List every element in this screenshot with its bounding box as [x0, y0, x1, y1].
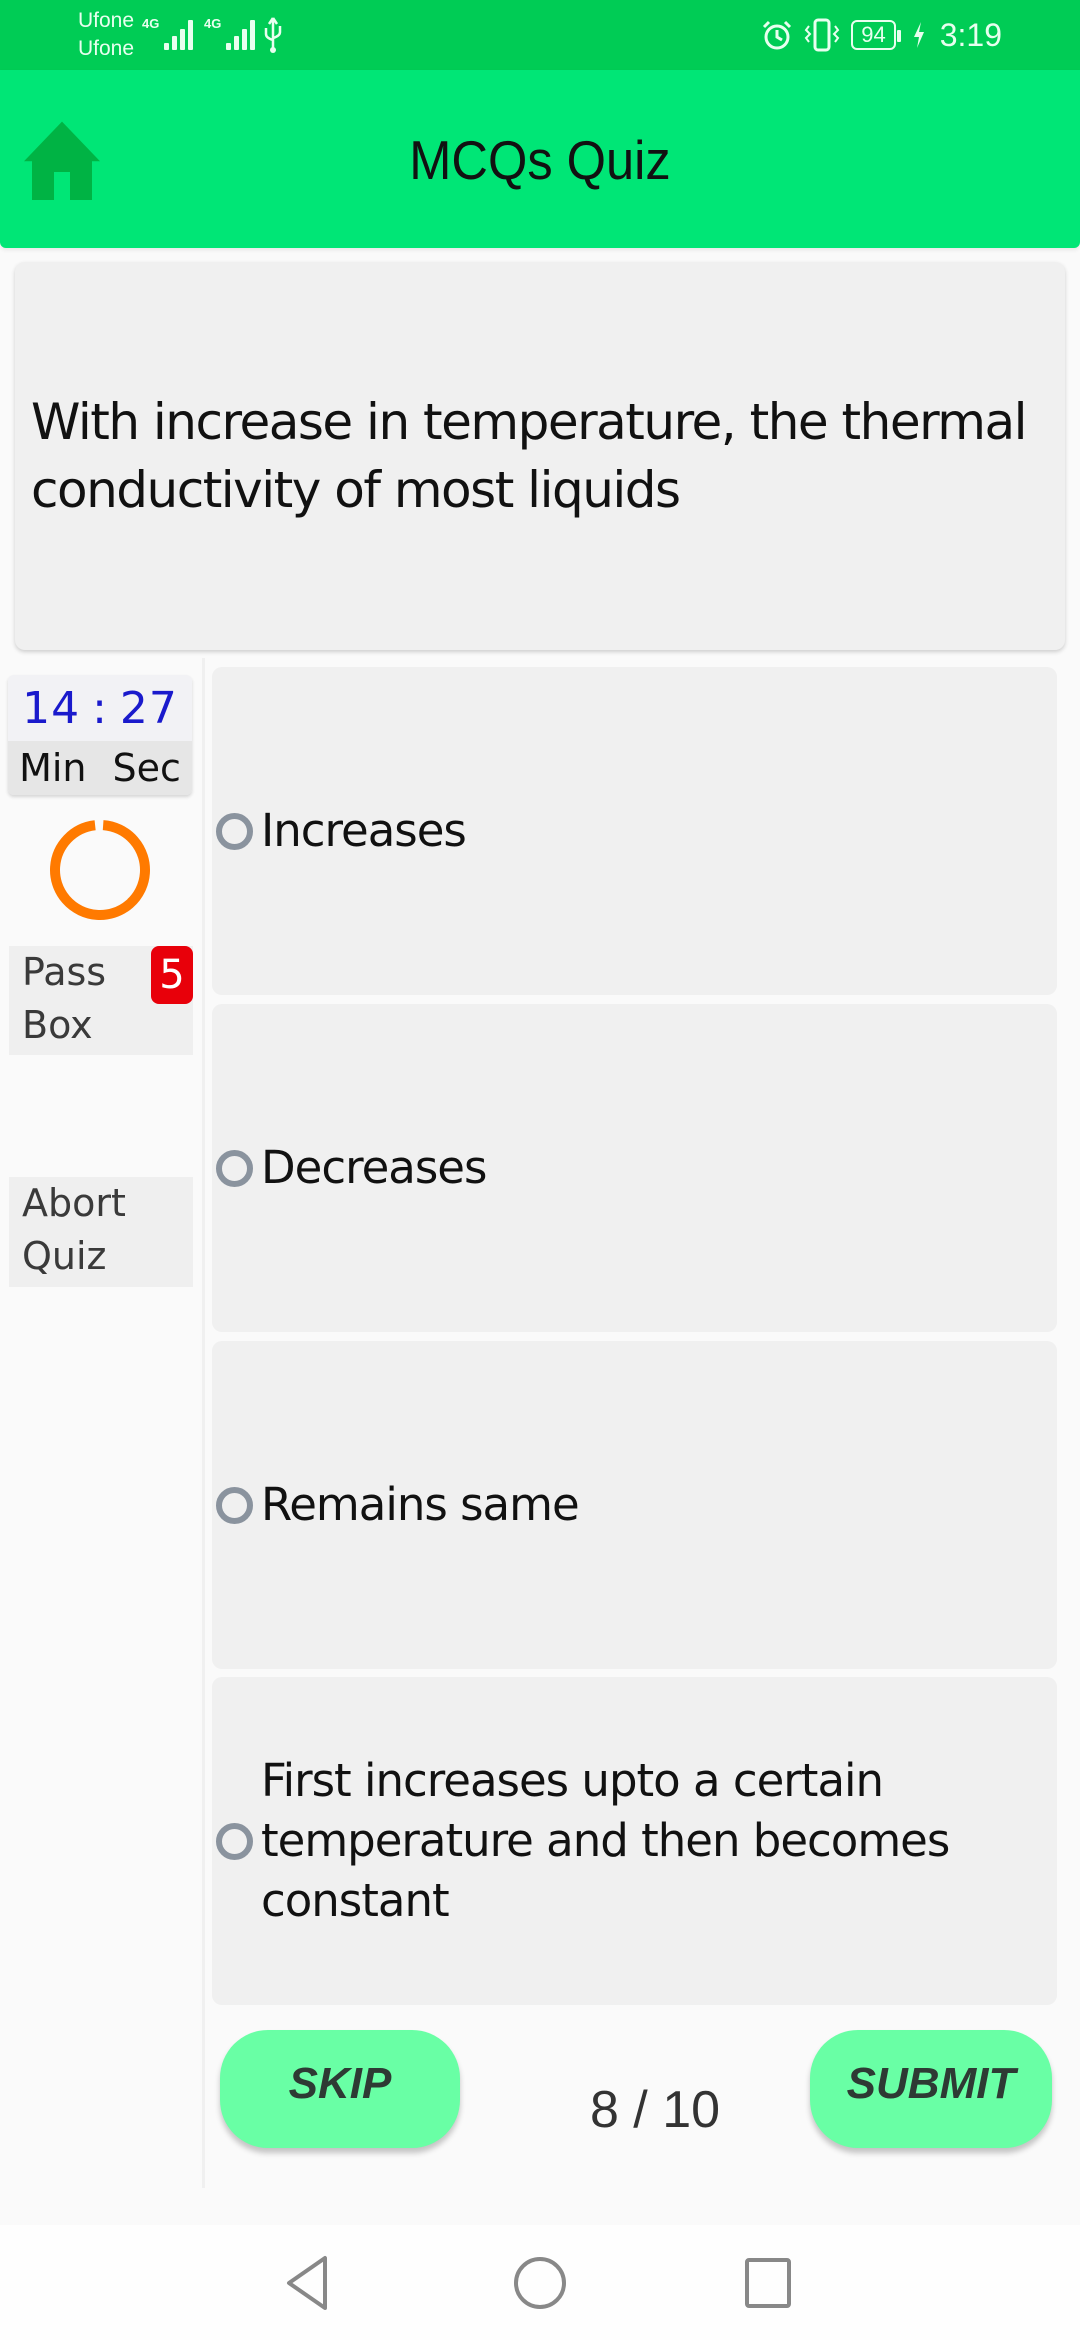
timer-min-label: Min: [19, 746, 87, 790]
abort-label-line1: Abort: [22, 1181, 126, 1225]
status-bar: Ufone Ufone 4G 4G 94 3:19: [0, 0, 1080, 70]
nav-home-button[interactable]: [480, 2225, 600, 2340]
timer-minutes: 14: [22, 682, 81, 734]
radio-button[interactable]: [216, 1486, 253, 1524]
signal-icon-2: 4G: [204, 16, 256, 50]
timer-value: 14 : 27: [8, 675, 192, 741]
recents-icon: [745, 2257, 791, 2308]
abort-quiz-button[interactable]: Abort Quiz: [9, 1177, 193, 1287]
system-nav-bar: [0, 2225, 1080, 2340]
pass-count-badge: 5: [151, 946, 193, 1004]
timer: 14 : 27 Min Sec: [8, 675, 192, 795]
submit-button[interactable]: SUBMIT: [810, 2030, 1052, 2148]
abort-label-line2: Quiz: [22, 1234, 107, 1278]
back-icon: [287, 2255, 327, 2310]
usb-icon: [264, 17, 282, 53]
timer-units: Min Sec: [8, 741, 192, 795]
option-label: Increases: [261, 804, 467, 857]
question-counter: 8 / 10: [589, 2081, 721, 2139]
progress-ring: [50, 820, 150, 920]
timer-separator: :: [92, 682, 108, 734]
question-text: With increase in temperature, the therma…: [31, 393, 1028, 519]
charging-icon: [913, 22, 924, 48]
carrier-1: Ufone: [78, 9, 135, 32]
option-1[interactable]: Increases: [212, 667, 1057, 995]
question-card: With increase in temperature, the therma…: [15, 262, 1065, 650]
radio-button[interactable]: [216, 1149, 253, 1187]
skip-button[interactable]: SKIP: [220, 2030, 460, 2148]
carrier-2: Ufone: [78, 37, 135, 60]
radio-button[interactable]: [216, 812, 253, 850]
progress-ring-arc: [50, 820, 150, 920]
radio-button[interactable]: [216, 1822, 253, 1860]
option-2[interactable]: Decreases: [212, 1004, 1057, 1332]
battery-indicator: 94: [851, 20, 902, 50]
option-4[interactable]: First increases upto a certain temperatu…: [212, 1677, 1057, 2005]
pass-box-button[interactable]: Pass Box 5: [9, 946, 193, 1055]
option-label: Remains same: [261, 1478, 580, 1531]
option-label: First increases upto a certain temperatu…: [261, 1754, 950, 1927]
option-label: Decreases: [261, 1141, 487, 1194]
status-time: 3:19: [939, 16, 1002, 53]
app-header: MCQs Quiz: [0, 70, 1080, 248]
pass-box-label-line2: Box: [22, 1003, 93, 1047]
page-title: MCQs Quiz: [409, 129, 671, 191]
nav-recents-button[interactable]: [708, 2225, 828, 2340]
signal-icon-1: 4G: [142, 16, 194, 50]
timer-sec-label: Sec: [112, 746, 181, 790]
nav-back-button[interactable]: [248, 2225, 368, 2340]
column-divider: [202, 658, 205, 2188]
home-circle-icon: [514, 2256, 566, 2309]
alarm-icon: [763, 20, 792, 50]
option-3[interactable]: Remains same: [212, 1341, 1057, 1669]
vibrate-icon: [804, 18, 840, 52]
timer-seconds: 27: [119, 682, 178, 734]
